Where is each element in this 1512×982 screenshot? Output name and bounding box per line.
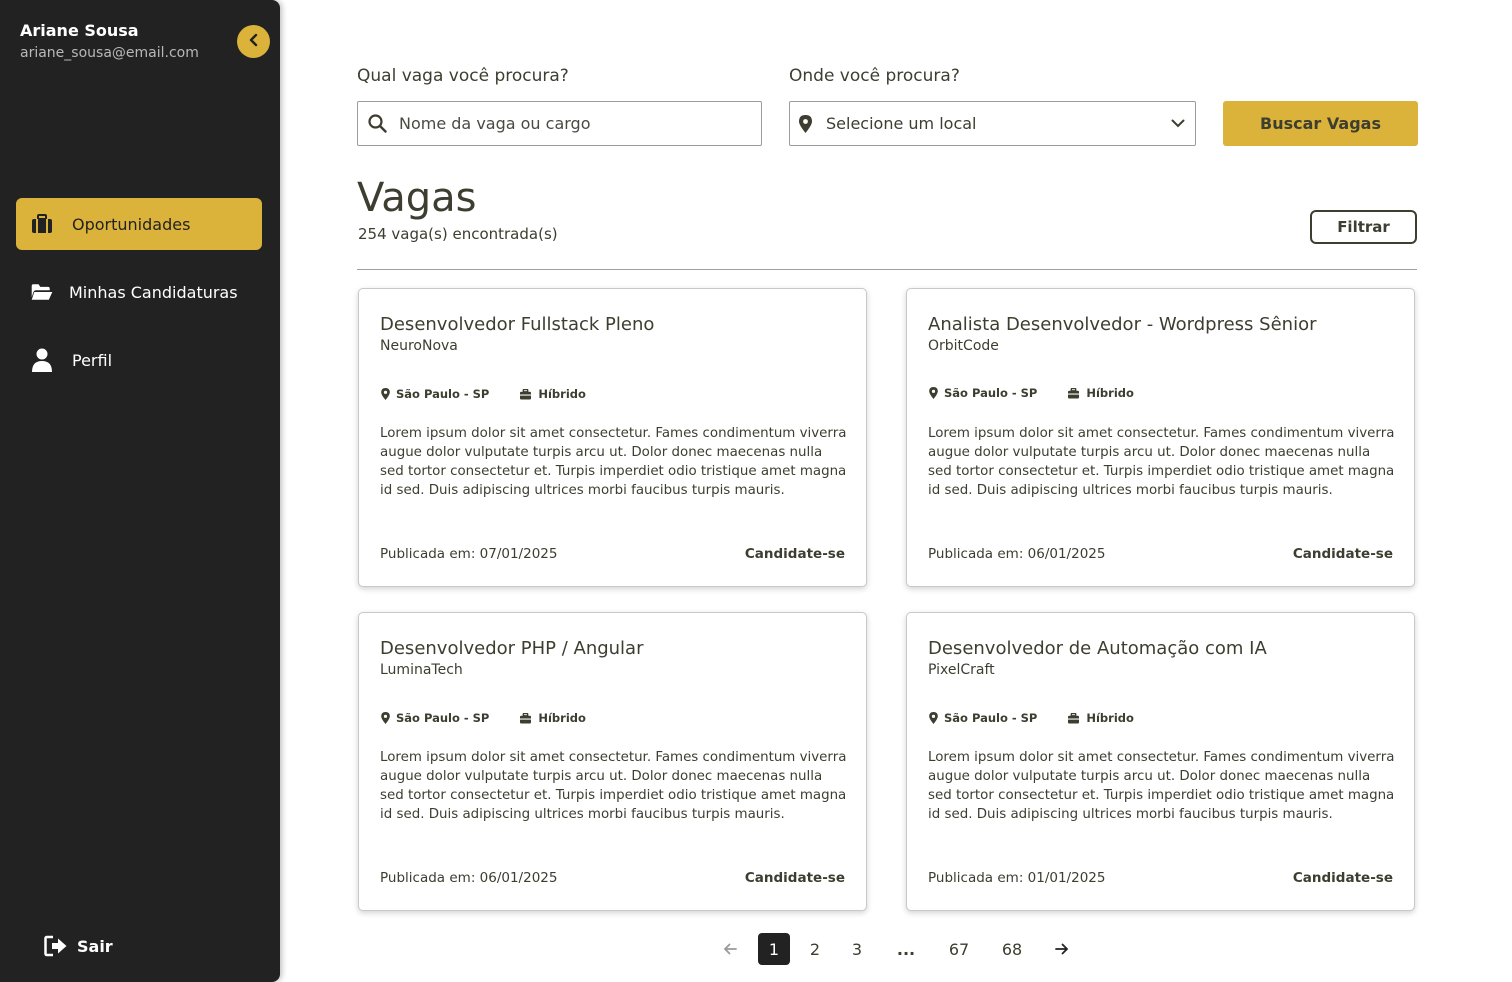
sidebar: Ariane Sousa ariane_sousa@email.com Opor… bbox=[0, 0, 280, 982]
logout-icon bbox=[44, 934, 68, 958]
briefcase-icon bbox=[1068, 712, 1080, 723]
job-meta: São Paulo - SP Híbrido bbox=[929, 711, 1164, 725]
job-description: Lorem ipsum dolor sit amet consectetur. … bbox=[928, 426, 1395, 498]
apply-button[interactable]: Candidate-se bbox=[745, 870, 845, 886]
logout-label: Sair bbox=[77, 936, 113, 956]
map-pin-icon bbox=[799, 114, 812, 133]
job-published-date: Publicada em: 01/01/2025 bbox=[928, 870, 1106, 886]
apply-button[interactable]: Candidate-se bbox=[745, 546, 845, 562]
job-card[interactable]: Desenvolvedor de Automação com IA PixelC… bbox=[906, 612, 1415, 911]
job-card[interactable]: Desenvolvedor Fullstack Pleno NeuroNova … bbox=[358, 288, 867, 587]
arrow-right-icon bbox=[1055, 943, 1069, 955]
job-published-date: Publicada em: 06/01/2025 bbox=[380, 870, 558, 886]
briefcase-icon bbox=[520, 388, 532, 399]
location-select[interactable]: Selecione um local bbox=[789, 101, 1196, 146]
job-title: Analista Desenvolvedor - Wordpress Sênio… bbox=[928, 314, 1317, 335]
page-button[interactable]: 3 bbox=[841, 933, 873, 965]
sidebar-item-oportunidades[interactable]: Oportunidades bbox=[16, 198, 262, 250]
search-icon bbox=[368, 114, 387, 133]
search-jobs-button[interactable]: Buscar Vagas bbox=[1223, 101, 1418, 146]
map-pin-icon bbox=[929, 712, 938, 724]
job-published-date: Publicada em: 06/01/2025 bbox=[928, 546, 1106, 562]
next-page-button[interactable] bbox=[1046, 933, 1078, 965]
map-pin-icon bbox=[929, 387, 938, 399]
divider bbox=[357, 269, 1417, 270]
apply-button[interactable]: Candidate-se bbox=[1293, 870, 1393, 886]
job-location: São Paulo - SP bbox=[944, 386, 1038, 400]
apply-button[interactable]: Candidate-se bbox=[1293, 546, 1393, 562]
job-title: Desenvolvedor Fullstack Pleno bbox=[380, 314, 655, 335]
sidebar-item-label: Minhas Candidaturas bbox=[69, 282, 238, 302]
job-location: São Paulo - SP bbox=[396, 711, 490, 725]
page-button[interactable]: 68 bbox=[996, 933, 1028, 965]
job-company: LuminaTech bbox=[380, 662, 463, 678]
job-work-mode: Híbrido bbox=[538, 387, 586, 401]
job-work-mode: Híbrido bbox=[1086, 711, 1134, 725]
job-description: Lorem ipsum dolor sit amet consectetur. … bbox=[380, 750, 847, 822]
job-description: Lorem ipsum dolor sit amet consectetur. … bbox=[928, 750, 1395, 822]
job-published-date: Publicada em: 07/01/2025 bbox=[380, 546, 558, 562]
job-location: São Paulo - SP bbox=[396, 387, 490, 401]
sidebar-item-label: Oportunidades bbox=[72, 214, 191, 234]
job-company: NeuroNova bbox=[380, 338, 458, 354]
location-select-value: Selecione um local bbox=[826, 114, 977, 133]
collapse-sidebar-button[interactable] bbox=[237, 25, 270, 58]
result-count: 254 vaga(s) encontrada(s) bbox=[358, 225, 558, 243]
page-button[interactable]: 67 bbox=[943, 933, 975, 965]
job-work-mode: Híbrido bbox=[1086, 386, 1134, 400]
logout-button[interactable]: Sair bbox=[44, 934, 113, 958]
job-card[interactable]: Desenvolvedor PHP / Angular LuminaTech S… bbox=[358, 612, 867, 911]
job-company: OrbitCode bbox=[928, 338, 999, 354]
chevron-left-icon bbox=[247, 32, 261, 51]
job-search-label: Qual vaga você procura? bbox=[357, 66, 569, 86]
page-title: Vagas bbox=[357, 175, 477, 221]
job-search-input[interactable] bbox=[399, 114, 761, 133]
page-ellipsis: ... bbox=[896, 939, 916, 959]
arrow-left-icon bbox=[723, 943, 737, 955]
filter-button[interactable]: Filtrar bbox=[1310, 210, 1417, 244]
job-meta: São Paulo - SP Híbrido bbox=[929, 386, 1164, 400]
job-work-mode: Híbrido bbox=[538, 711, 586, 725]
job-card[interactable]: Analista Desenvolvedor - Wordpress Sênio… bbox=[906, 288, 1415, 587]
folder-open-icon bbox=[30, 280, 54, 304]
user-email: ariane_sousa@email.com bbox=[20, 45, 199, 61]
briefcase-icon bbox=[30, 212, 54, 236]
sidebar-item-minhas-candidaturas[interactable]: Minhas Candidaturas bbox=[16, 266, 262, 318]
job-search-field bbox=[357, 101, 762, 146]
job-title: Desenvolvedor PHP / Angular bbox=[380, 638, 644, 659]
job-meta: São Paulo - SP Híbrido bbox=[381, 387, 616, 401]
sidebar-item-perfil[interactable]: Perfil bbox=[16, 334, 262, 386]
chevron-down-icon bbox=[1171, 119, 1185, 128]
page-button[interactable]: 2 bbox=[799, 933, 831, 965]
job-location: São Paulo - SP bbox=[944, 711, 1038, 725]
user-name: Ariane Sousa bbox=[20, 21, 139, 40]
briefcase-icon bbox=[1068, 387, 1080, 398]
briefcase-icon bbox=[520, 712, 532, 723]
location-label: Onde você procura? bbox=[789, 66, 960, 86]
user-icon bbox=[30, 348, 54, 372]
sidebar-item-label: Perfil bbox=[72, 350, 113, 370]
previous-page-button[interactable] bbox=[714, 933, 746, 965]
map-pin-icon bbox=[381, 712, 390, 724]
page-button[interactable]: 1 bbox=[758, 933, 790, 965]
job-meta: São Paulo - SP Híbrido bbox=[381, 711, 616, 725]
map-pin-icon bbox=[381, 388, 390, 400]
job-description: Lorem ipsum dolor sit amet consectetur. … bbox=[380, 426, 847, 498]
job-title: Desenvolvedor de Automação com IA bbox=[928, 638, 1267, 659]
job-company: PixelCraft bbox=[928, 662, 995, 678]
